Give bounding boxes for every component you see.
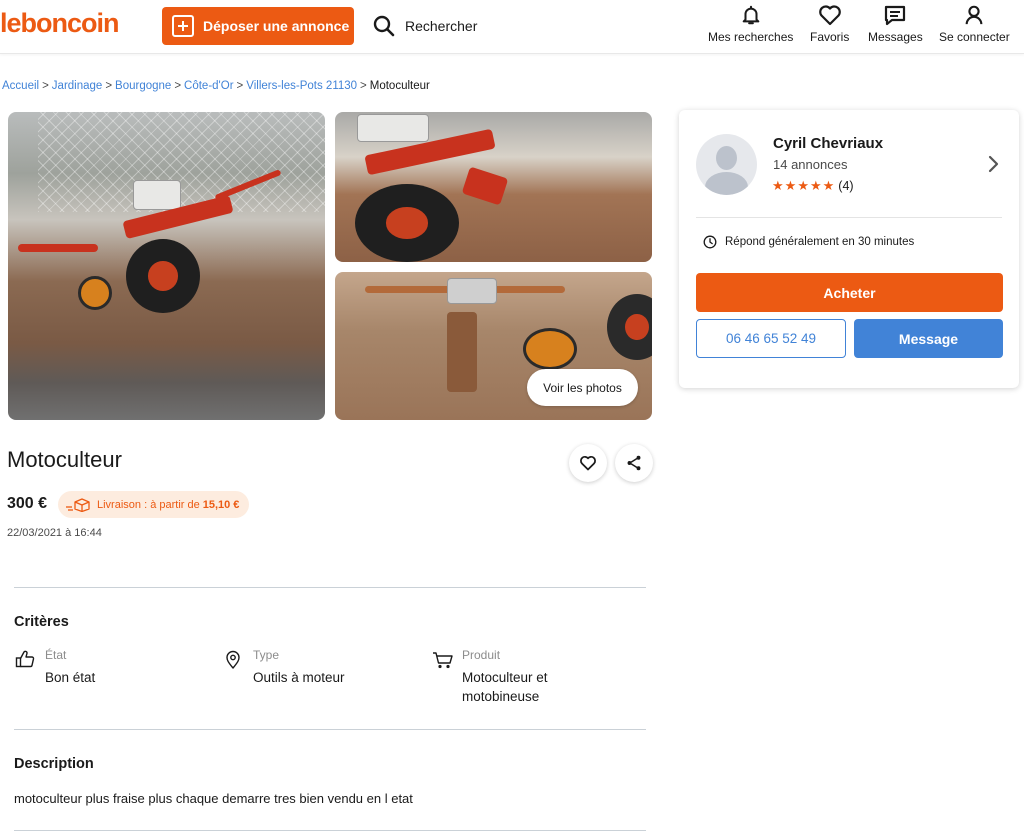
seller-ads-count: 14 annonces	[773, 157, 848, 172]
seller-card: Cyril Chevriaux 14 annonces ★ ★ ★ ★ ★ (4…	[679, 110, 1019, 388]
nav-favorites-label: Favoris	[810, 30, 850, 44]
star-icon: ★	[797, 178, 809, 193]
avatar-head	[716, 146, 737, 170]
breadcrumb-link-home[interactable]: Accueil	[2, 80, 39, 92]
breadcrumb-link-region[interactable]: Bourgogne	[115, 80, 171, 92]
nav-login[interactable]: Se connecter	[939, 4, 1010, 44]
phone-button[interactable]: 06 46 65 52 49	[696, 319, 846, 358]
deposit-ad-label: Déposer une annonce	[203, 18, 350, 34]
photo-engine	[357, 114, 429, 142]
photo-small-wheel	[523, 328, 577, 370]
location-pin-icon	[226, 650, 240, 669]
buy-button[interactable]: Acheter	[696, 273, 1003, 312]
breadcrumb-separator: >	[236, 80, 244, 92]
share-icon	[627, 455, 641, 471]
favorite-button[interactable]	[569, 444, 607, 482]
deposit-ad-button[interactable]: Déposer une annonce	[162, 7, 354, 45]
star-icon: ★	[784, 178, 797, 193]
leboncoin-logo[interactable]: leboncoin	[0, 8, 119, 39]
photo-wheel	[355, 184, 459, 262]
message-icon	[885, 5, 906, 26]
criteria-value: Bon état	[45, 670, 96, 685]
breadcrumb-link-city[interactable]: Villers-les-Pots 21130	[246, 80, 357, 92]
search-button[interactable]: Rechercher	[372, 14, 477, 38]
star-icon: ★	[809, 178, 822, 193]
description-title: Description	[14, 756, 94, 772]
breadcrumb-current: Motoculteur	[369, 80, 430, 92]
star-icon: ★	[822, 178, 835, 193]
breadcrumb: Accueil > Jardinage > Bourgogne > Côte-d'Or > Vi…	[2, 80, 430, 92]
photo-wheel	[126, 239, 200, 313]
seller-rating: ★ ★ ★ ★ ★ (4)	[772, 178, 854, 194]
criteria-value: Motoculteur et motobineuse	[462, 670, 548, 704]
seller-avatar[interactable]	[696, 134, 757, 195]
breadcrumb-separator: >	[42, 80, 49, 92]
description-text: motoculteur plus fraise plus chaque dema…	[14, 791, 413, 806]
breadcrumb-link-category[interactable]: Jardinage	[52, 80, 103, 92]
plus-square-icon	[172, 15, 194, 37]
message-button[interactable]: Message	[854, 319, 1003, 358]
photo-rotary-tines	[447, 312, 477, 392]
share-button[interactable]	[615, 444, 653, 482]
main-photo[interactable]	[8, 112, 325, 420]
breadcrumb-separator: >	[105, 80, 113, 92]
search-label: Rechercher	[405, 18, 478, 34]
chevron-right-icon[interactable]	[987, 154, 1001, 174]
photo-wheel	[607, 294, 652, 360]
ad-date: 22/03/2021 à 16:44	[7, 527, 102, 539]
breadcrumb-separator: >	[360, 80, 367, 92]
delivery-price: 15,10 €	[202, 498, 240, 511]
response-time: Répond généralement en 30 minutes	[703, 235, 914, 249]
card-divider	[696, 217, 1002, 218]
nav-messages[interactable]: Messages	[868, 4, 923, 44]
thumbs-up-icon	[15, 650, 35, 668]
section-divider	[14, 830, 646, 831]
photo-plough	[461, 166, 509, 206]
breadcrumb-link-department[interactable]: Côte-d'Or	[184, 80, 234, 92]
photo-engine	[447, 278, 497, 304]
clock-icon	[703, 235, 717, 249]
search-icon	[373, 15, 395, 37]
criteria-label: Type	[253, 648, 280, 662]
nav-messages-label: Messages	[868, 30, 923, 44]
top-header: leboncoin Déposer une annonce Rechercher…	[0, 0, 1024, 54]
avatar-shoulders	[705, 172, 748, 195]
nav-login-label: Se connecter	[939, 30, 1010, 44]
bell-icon	[742, 5, 760, 25]
nav-my-searches[interactable]: Mes recherches	[708, 4, 793, 44]
nav-favorites[interactable]: Favoris	[810, 4, 849, 44]
delivery-badge: Livraison : à partir de 15,10 €	[58, 491, 250, 518]
photo-tiller-arm	[18, 244, 98, 252]
heart-icon	[580, 455, 596, 471]
delivery-box-icon	[66, 497, 90, 512]
photo-small-wheel	[78, 276, 112, 310]
see-photos-button[interactable]: Voir les photos	[527, 369, 638, 406]
cart-icon	[433, 652, 453, 669]
photo-engine	[133, 180, 181, 210]
response-time-label: Répond généralement en 30 minutes	[725, 236, 915, 248]
criteria-label: Produit	[462, 648, 501, 662]
heart-icon	[818, 5, 841, 26]
delivery-prefix: Livraison : à partir de	[97, 498, 200, 511]
section-divider	[14, 729, 646, 730]
breadcrumb-separator: >	[174, 80, 182, 92]
user-icon	[965, 5, 983, 25]
star-icon: ★	[772, 178, 784, 193]
rating-count: (4)	[838, 179, 854, 193]
ad-title: Motoculteur	[7, 447, 122, 472]
nav-my-searches-label: Mes recherches	[708, 30, 794, 44]
criteria-label: État	[45, 648, 67, 662]
criteria-title: Critères	[14, 614, 69, 630]
seller-name[interactable]: Cyril Chevriaux	[773, 135, 883, 152]
criteria-value: Outils à moteur	[253, 670, 345, 685]
photo-fence	[38, 112, 325, 212]
ad-price: 300 €	[7, 495, 48, 512]
section-divider	[14, 587, 646, 588]
secondary-photo-top[interactable]	[335, 112, 652, 262]
